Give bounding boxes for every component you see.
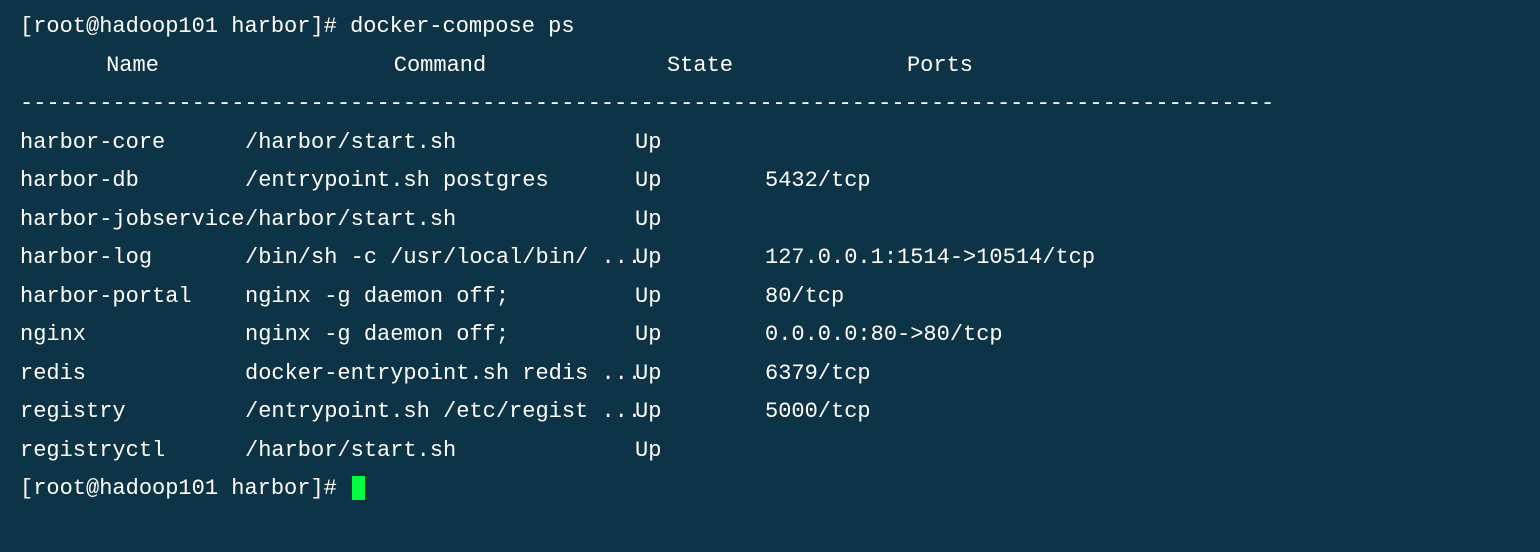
header-name: Name <box>20 47 245 86</box>
table-row: redisdocker-entrypoint.sh redis ...Up637… <box>20 355 1520 394</box>
header-command: Command <box>245 47 635 86</box>
header-state: State <box>635 47 765 86</box>
cell-state: Up <box>635 201 765 240</box>
table-row: nginxnginx -g daemon off;Up0.0.0.0:80->8… <box>20 316 1520 355</box>
cursor-icon <box>352 476 365 500</box>
cell-name: nginx <box>20 316 245 355</box>
prompt-user: root <box>33 476 86 501</box>
prompt-host: hadoop101 <box>99 14 218 39</box>
cell-state: Up <box>635 124 765 163</box>
cell-ports: 5000/tcp <box>765 393 871 432</box>
cell-command: nginx -g daemon off; <box>245 278 635 317</box>
cell-command: /harbor/start.sh <box>245 201 635 240</box>
cell-command: /harbor/start.sh <box>245 432 635 471</box>
cell-name: harbor-log <box>20 239 245 278</box>
table-row: harbor-portalnginx -g daemon off;Up80/tc… <box>20 278 1520 317</box>
header-ports: Ports <box>765 47 1115 86</box>
cell-ports: 5432/tcp <box>765 162 871 201</box>
prompt-at: @ <box>86 476 99 501</box>
prompt-user: root <box>33 14 86 39</box>
prompt-dir: harbor <box>231 14 310 39</box>
cell-state: Up <box>635 278 765 317</box>
cell-command: nginx -g daemon off; <box>245 316 635 355</box>
cell-ports: 0.0.0.0:80->80/tcp <box>765 316 1003 355</box>
divider-line: ----------------------------------------… <box>20 85 1520 124</box>
prompt-dir: harbor <box>231 476 310 501</box>
cell-state: Up <box>635 393 765 432</box>
cell-name: harbor-portal <box>20 278 245 317</box>
cell-name: registry <box>20 393 245 432</box>
cell-command: docker-entrypoint.sh redis ... <box>245 355 635 394</box>
table-row: harbor-jobservice/harbor/start.shUp <box>20 201 1520 240</box>
cell-command: /entrypoint.sh /etc/regist ... <box>245 393 635 432</box>
cell-command: /bin/sh -c /usr/local/bin/ ... <box>245 239 635 278</box>
cell-state: Up <box>635 316 765 355</box>
table-row: registry/entrypoint.sh /etc/regist ...Up… <box>20 393 1520 432</box>
cell-state: Up <box>635 239 765 278</box>
cell-state: Up <box>635 432 765 471</box>
cell-state: Up <box>635 355 765 394</box>
table-row: harbor-db/entrypoint.sh postgresUp5432/t… <box>20 162 1520 201</box>
cell-command: /harbor/start.sh <box>245 124 635 163</box>
prompt-bracket-close: ]# <box>310 476 350 501</box>
prompt-at: @ <box>86 14 99 39</box>
cell-name: harbor-db <box>20 162 245 201</box>
cell-name: harbor-core <box>20 124 245 163</box>
cell-name: registryctl <box>20 432 245 471</box>
cell-state: Up <box>635 162 765 201</box>
prompt-line-2[interactable]: [root@hadoop101 harbor]# <box>20 470 1520 509</box>
table-row: harbor-core/harbor/start.shUp <box>20 124 1520 163</box>
command-text: docker-compose ps <box>350 14 574 39</box>
prompt-host: hadoop101 <box>99 476 218 501</box>
prompt-bracket-open: [ <box>20 14 33 39</box>
cell-ports: 127.0.0.1:1514->10514/tcp <box>765 239 1095 278</box>
table-header-row: NameCommandStatePorts <box>20 47 1520 86</box>
table-row: registryctl/harbor/start.shUp <box>20 432 1520 471</box>
prompt-bracket-close: ]# <box>310 14 350 39</box>
cell-ports: 6379/tcp <box>765 355 871 394</box>
cell-command: /entrypoint.sh postgres <box>245 162 635 201</box>
prompt-bracket-open: [ <box>20 476 33 501</box>
cell-name: harbor-jobservice <box>20 201 245 240</box>
cell-name: redis <box>20 355 245 394</box>
table-row: harbor-log/bin/sh -c /usr/local/bin/ ...… <box>20 239 1520 278</box>
prompt-line-1: [root@hadoop101 harbor]# docker-compose … <box>20 8 1520 47</box>
cell-ports: 80/tcp <box>765 278 844 317</box>
